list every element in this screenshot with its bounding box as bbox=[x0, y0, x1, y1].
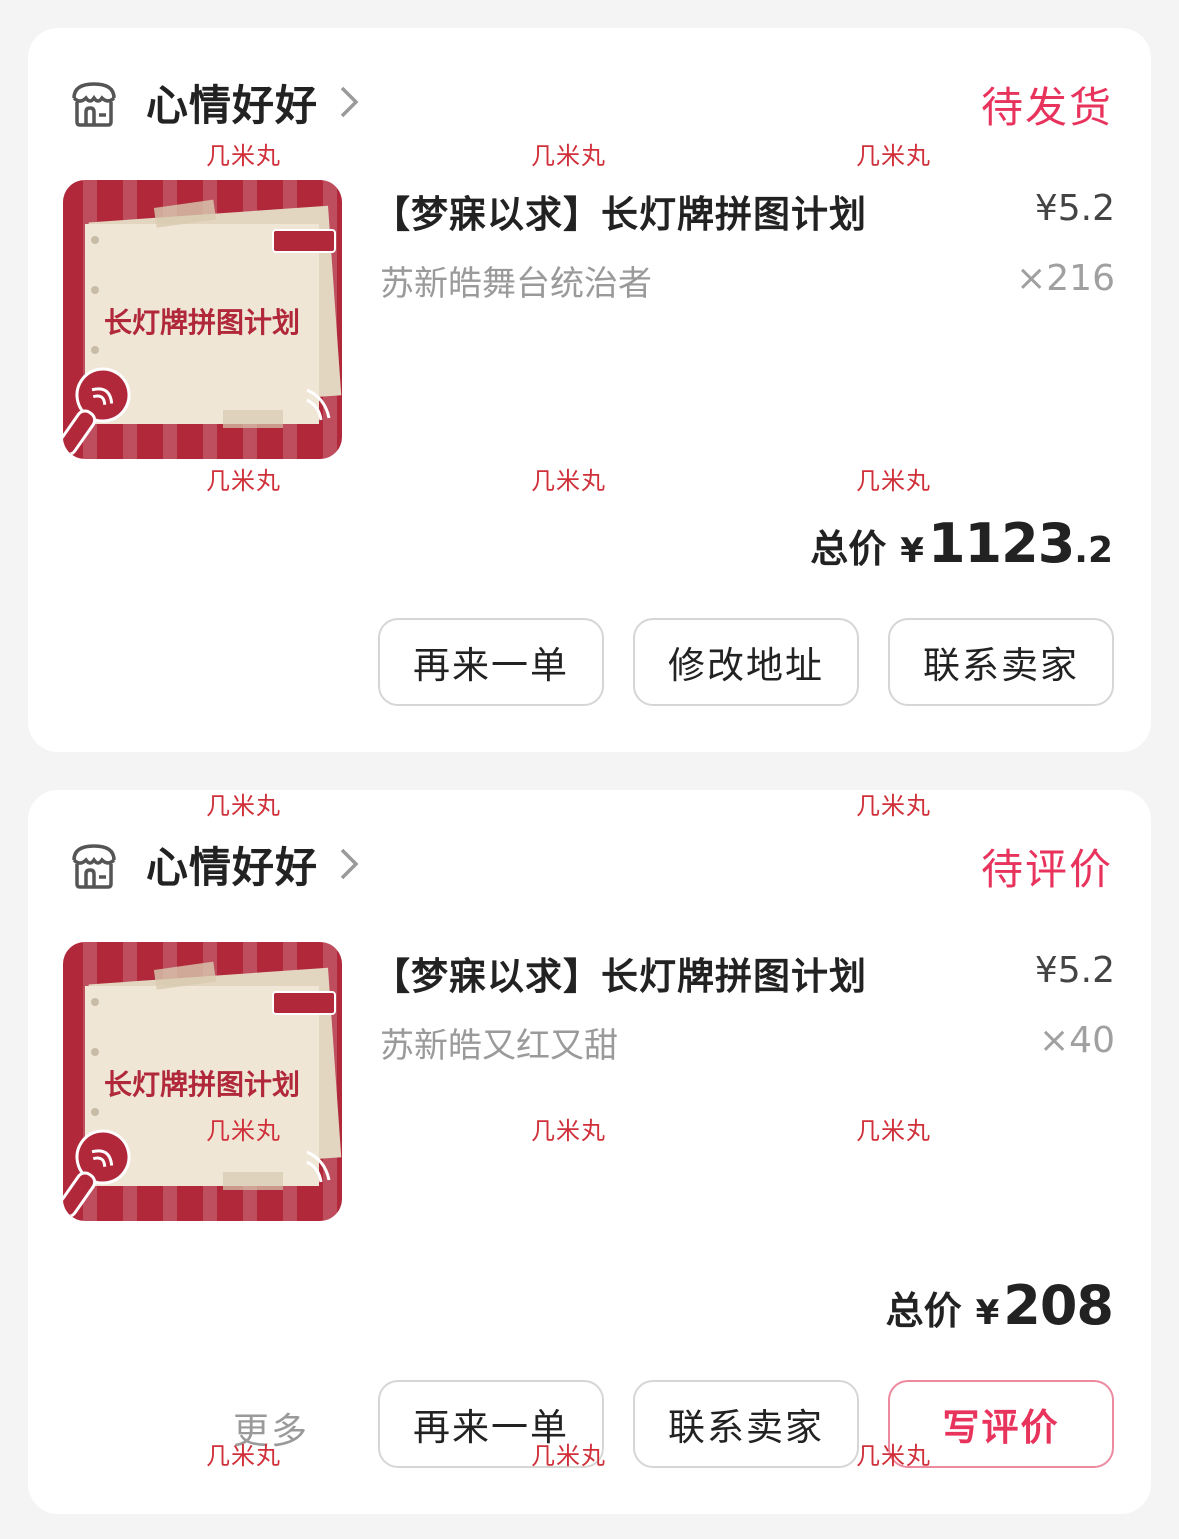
total-label: 总价 bbox=[885, 1289, 962, 1333]
product-price: ¥5.2 bbox=[1034, 950, 1115, 991]
shop-name[interactable]: 心情好好 bbox=[146, 834, 318, 895]
order-total: 总价 ¥208 bbox=[885, 1274, 1114, 1337]
total-integer: 208 bbox=[1003, 1274, 1114, 1337]
chevron-right-icon[interactable] bbox=[338, 84, 360, 120]
total-currency: ¥ bbox=[900, 531, 924, 571]
store-icon bbox=[72, 82, 116, 127]
product-image[interactable]: 长灯牌拼图计划 bbox=[63, 180, 342, 459]
product-variant: 苏新皓舞台统治者 bbox=[380, 264, 652, 304]
product-title[interactable]: 【梦寐以求】长灯牌拼图计划 bbox=[373, 184, 867, 238]
order-status: 待评价 bbox=[980, 845, 1113, 894]
store-icon bbox=[72, 844, 116, 889]
reorder-button[interactable]: 再来一单 bbox=[378, 618, 604, 706]
product-price: ¥5.2 bbox=[1034, 188, 1115, 229]
order-status: 待发货 bbox=[980, 83, 1113, 132]
reorder-button[interactable]: 再来一单 bbox=[378, 1380, 604, 1468]
total-integer: 1123 bbox=[927, 512, 1075, 575]
chevron-right-icon[interactable] bbox=[338, 846, 360, 882]
write-review-button[interactable]: 写评价 bbox=[888, 1380, 1114, 1468]
total-currency: ¥ bbox=[975, 1293, 1000, 1333]
more-button[interactable]: 更多 bbox=[233, 1402, 309, 1454]
product-image-text: 长灯牌拼图计划 bbox=[104, 306, 300, 339]
product-image[interactable]: 长灯牌拼图计划 bbox=[63, 942, 342, 1221]
total-label: 总价 bbox=[810, 527, 887, 571]
product-quantity: ×216 bbox=[1016, 258, 1115, 299]
order-total: 总价 ¥1123.2 bbox=[810, 512, 1113, 575]
product-title[interactable]: 【梦寐以求】长灯牌拼图计划 bbox=[373, 946, 867, 1000]
change-address-button[interactable]: 修改地址 bbox=[633, 618, 859, 706]
shop-name[interactable]: 心情好好 bbox=[146, 72, 318, 133]
product-image-text: 长灯牌拼图计划 bbox=[104, 1068, 300, 1101]
contact-seller-button[interactable]: 联系卖家 bbox=[633, 1380, 859, 1468]
total-decimal: .2 bbox=[1074, 530, 1113, 571]
contact-seller-button[interactable]: 联系卖家 bbox=[888, 618, 1114, 706]
order-card: 心情好好 待发货 长灯牌拼图计划 【梦寐以求】长灯牌拼图计划 ¥5.2 苏新皓舞… bbox=[28, 28, 1151, 752]
product-variant: 苏新皓又红又甜 bbox=[380, 1026, 618, 1066]
product-quantity: ×40 bbox=[1039, 1020, 1115, 1061]
order-card: 心情好好 待评价 长灯牌拼图计划 【梦寐以求】长灯牌拼图计划 ¥5.2 苏新皓又… bbox=[28, 790, 1151, 1514]
